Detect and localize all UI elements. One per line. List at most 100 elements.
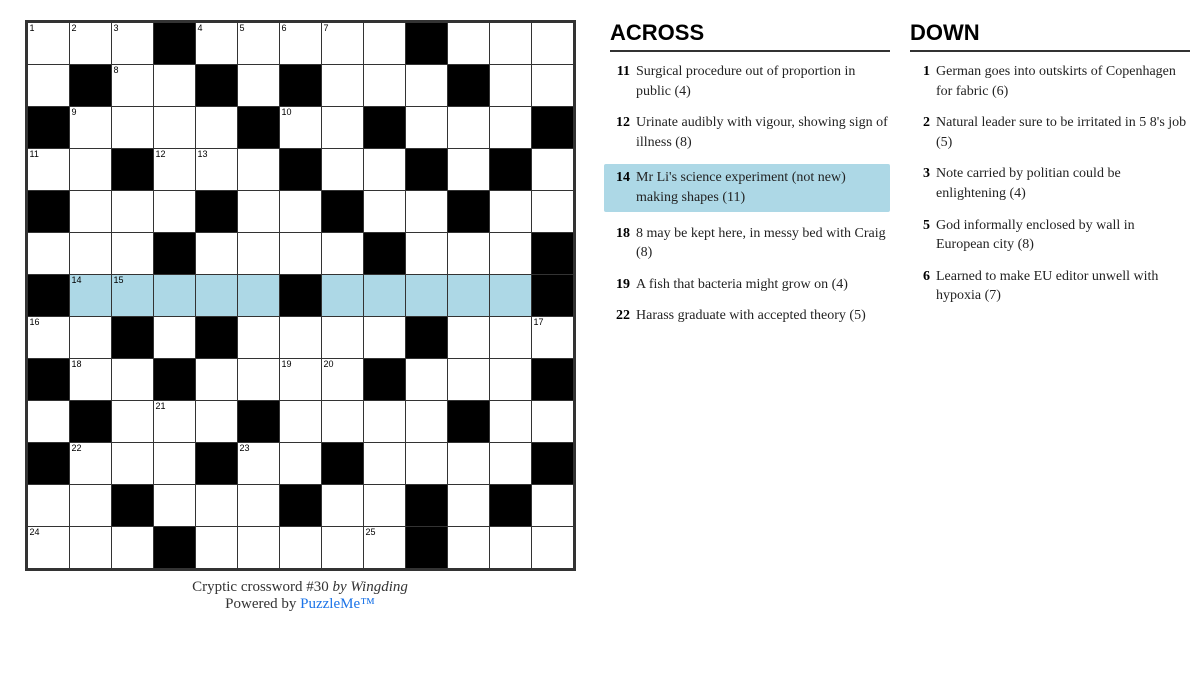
cell-4-7[interactable] — [322, 191, 364, 233]
cell-0-11[interactable] — [490, 23, 532, 65]
across-clue-18[interactable]: 188 may be kept here, in messy bed with … — [610, 224, 890, 263]
cell-7-10[interactable] — [448, 317, 490, 359]
cell-3-11[interactable] — [490, 149, 532, 191]
across-clue-22[interactable]: 22Harass graduate with accepted theory (… — [610, 306, 890, 326]
cell-10-7[interactable] — [322, 443, 364, 485]
cell-0-1[interactable]: 2 — [70, 23, 112, 65]
down-clue-1[interactable]: 1German goes into outskirts of Copenhage… — [910, 62, 1190, 101]
cell-2-8[interactable] — [364, 107, 406, 149]
cell-9-3[interactable]: 21 — [154, 401, 196, 443]
cell-6-3[interactable] — [154, 275, 196, 317]
cell-4-4[interactable] — [196, 191, 238, 233]
cell-5-3[interactable] — [154, 233, 196, 275]
cell-12-8[interactable]: 25 — [364, 527, 406, 569]
cell-0-2[interactable]: 3 — [112, 23, 154, 65]
cell-4-6[interactable] — [280, 191, 322, 233]
cell-7-1[interactable] — [70, 317, 112, 359]
cell-10-4[interactable] — [196, 443, 238, 485]
cell-12-5[interactable] — [238, 527, 280, 569]
cell-12-11[interactable] — [490, 527, 532, 569]
cell-7-3[interactable] — [154, 317, 196, 359]
cell-3-2[interactable] — [112, 149, 154, 191]
cell-2-3[interactable] — [154, 107, 196, 149]
cell-8-0[interactable] — [28, 359, 70, 401]
cell-7-6[interactable] — [280, 317, 322, 359]
cell-5-10[interactable] — [448, 233, 490, 275]
cell-5-5[interactable] — [238, 233, 280, 275]
cell-1-5[interactable] — [238, 65, 280, 107]
cell-10-12[interactable] — [532, 443, 574, 485]
cell-4-2[interactable] — [112, 191, 154, 233]
cell-10-2[interactable] — [112, 443, 154, 485]
cell-0-5[interactable]: 5 — [238, 23, 280, 65]
cell-9-2[interactable] — [112, 401, 154, 443]
cell-10-6[interactable] — [280, 443, 322, 485]
cell-4-5[interactable] — [238, 191, 280, 233]
across-clue-11[interactable]: 11Surgical procedure out of proportion i… — [610, 62, 890, 101]
cell-0-4[interactable]: 4 — [196, 23, 238, 65]
cell-6-11[interactable] — [490, 275, 532, 317]
cell-12-0[interactable]: 24 — [28, 527, 70, 569]
cell-3-3[interactable]: 12 — [154, 149, 196, 191]
cell-1-3[interactable] — [154, 65, 196, 107]
cell-11-8[interactable] — [364, 485, 406, 527]
across-clue-19[interactable]: 19A fish that bacteria might grow on (4) — [610, 275, 890, 295]
cell-0-12[interactable] — [532, 23, 574, 65]
cell-5-6[interactable] — [280, 233, 322, 275]
cell-3-5[interactable] — [238, 149, 280, 191]
cell-12-1[interactable] — [70, 527, 112, 569]
cell-5-1[interactable] — [70, 233, 112, 275]
cell-2-0[interactable] — [28, 107, 70, 149]
cell-2-11[interactable] — [490, 107, 532, 149]
cell-9-6[interactable] — [280, 401, 322, 443]
cell-0-0[interactable]: 1 — [28, 23, 70, 65]
cell-5-11[interactable] — [490, 233, 532, 275]
cell-4-3[interactable] — [154, 191, 196, 233]
cell-4-0[interactable] — [28, 191, 70, 233]
cell-8-8[interactable] — [364, 359, 406, 401]
cell-9-0[interactable] — [28, 401, 70, 443]
cell-8-5[interactable] — [238, 359, 280, 401]
cell-9-11[interactable] — [490, 401, 532, 443]
cell-6-2[interactable]: 15 — [112, 275, 154, 317]
cell-4-11[interactable] — [490, 191, 532, 233]
cell-1-6[interactable] — [280, 65, 322, 107]
cell-2-5[interactable] — [238, 107, 280, 149]
cell-12-9[interactable] — [406, 527, 448, 569]
cell-1-0[interactable] — [28, 65, 70, 107]
cell-8-2[interactable] — [112, 359, 154, 401]
across-clue-12[interactable]: 12Urinate audibly with vigour, showing s… — [610, 113, 890, 152]
cell-11-12[interactable] — [532, 485, 574, 527]
cell-6-7[interactable] — [322, 275, 364, 317]
cell-12-10[interactable] — [448, 527, 490, 569]
cell-8-7[interactable]: 20 — [322, 359, 364, 401]
cell-6-1[interactable]: 14 — [70, 275, 112, 317]
cell-0-7[interactable]: 7 — [322, 23, 364, 65]
cell-3-7[interactable] — [322, 149, 364, 191]
cell-2-10[interactable] — [448, 107, 490, 149]
cell-10-5[interactable]: 23 — [238, 443, 280, 485]
cell-5-2[interactable] — [112, 233, 154, 275]
cell-11-4[interactable] — [196, 485, 238, 527]
cell-7-11[interactable] — [490, 317, 532, 359]
cell-8-3[interactable] — [154, 359, 196, 401]
cell-10-11[interactable] — [490, 443, 532, 485]
cell-0-6[interactable]: 6 — [280, 23, 322, 65]
cell-6-12[interactable] — [532, 275, 574, 317]
cell-9-9[interactable] — [406, 401, 448, 443]
down-clue-3[interactable]: 3Note carried by politian could be enlig… — [910, 164, 1190, 203]
cell-1-1[interactable] — [70, 65, 112, 107]
cell-2-9[interactable] — [406, 107, 448, 149]
cell-11-9[interactable] — [406, 485, 448, 527]
cell-4-9[interactable] — [406, 191, 448, 233]
cell-11-7[interactable] — [322, 485, 364, 527]
cell-10-8[interactable] — [364, 443, 406, 485]
cell-1-4[interactable] — [196, 65, 238, 107]
down-clue-5[interactable]: 5God informally enclosed by wall in Euro… — [910, 216, 1190, 255]
cell-8-1[interactable]: 18 — [70, 359, 112, 401]
cell-0-10[interactable] — [448, 23, 490, 65]
cell-6-8[interactable] — [364, 275, 406, 317]
cell-6-10[interactable] — [448, 275, 490, 317]
cell-12-3[interactable] — [154, 527, 196, 569]
cell-10-9[interactable] — [406, 443, 448, 485]
